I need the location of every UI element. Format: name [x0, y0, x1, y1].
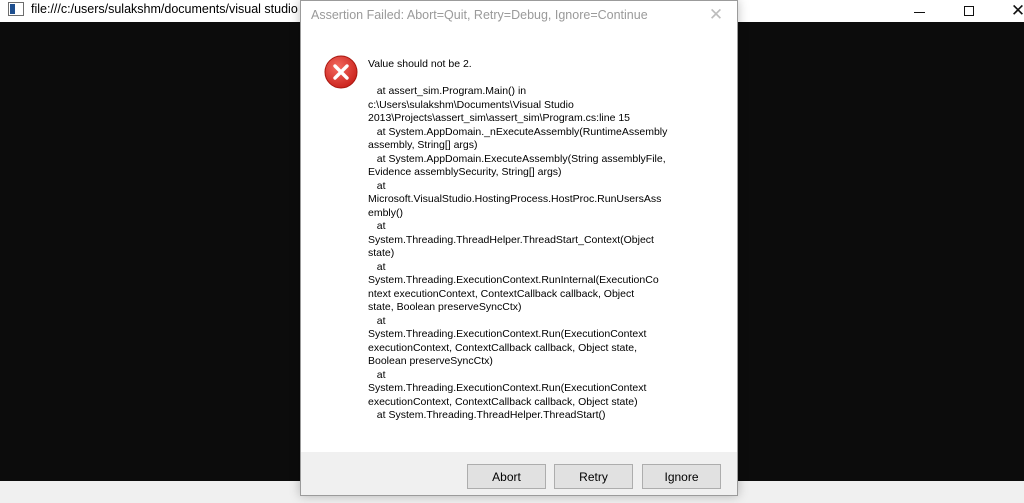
dialog-button-bar: Abort Retry Ignore [301, 452, 737, 495]
maximize-button[interactable] [946, 0, 992, 22]
console-app-icon [8, 2, 24, 16]
assertion-dialog: Assertion Failed: Abort=Quit, Retry=Debu… [300, 0, 738, 496]
minimize-button[interactable] [896, 0, 942, 22]
error-icon [324, 55, 358, 89]
retry-button[interactable]: Retry [554, 464, 633, 489]
console-window-title: file:///c:/users/sulakshm/documents/visu… [31, 2, 298, 16]
dialog-close-button[interactable]: ✕ [701, 4, 731, 26]
dialog-title-bar[interactable]: Assertion Failed: Abort=Quit, Retry=Debu… [301, 1, 737, 31]
assertion-message: Value should not be 2. at assert_sim.Pro… [368, 58, 668, 421]
close-icon: ✕ [1010, 1, 1024, 20]
maximize-icon [964, 6, 974, 16]
minimize-icon [913, 11, 925, 13]
ignore-button[interactable]: Ignore [642, 464, 721, 489]
close-button[interactable]: ✕ [995, 0, 1024, 22]
dialog-title: Assertion Failed: Abort=Quit, Retry=Debu… [311, 8, 648, 22]
abort-button[interactable]: Abort [467, 464, 546, 489]
close-icon: ✕ [708, 5, 724, 24]
